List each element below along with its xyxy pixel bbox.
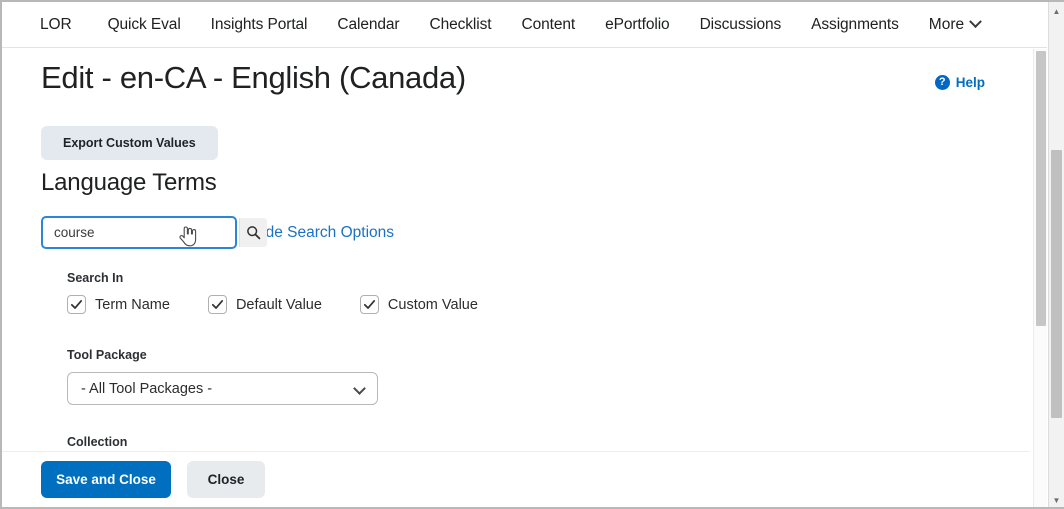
inner-scrollbar-thumb[interactable] [1036,51,1046,326]
nav-item-eportfolio[interactable]: ePortfolio [605,16,685,34]
scroll-up-arrow-icon[interactable]: ▲ [1049,4,1064,20]
outer-scrollbar-thumb[interactable] [1051,150,1062,418]
checkmark-icon [70,300,83,310]
footer-action-bar: Save and Close Close [2,451,1030,507]
help-label: Help [955,75,985,90]
page-title: Edit - en-CA - English (Canada) [41,60,466,95]
inner-scrollbar[interactable] [1033,49,1047,507]
nav-item-lor[interactable]: LOR [40,16,88,34]
search-submit-button[interactable] [239,218,267,248]
tool-package-select-wrap[interactable]: - All Tool Packages - [67,372,378,406]
browser-window: ▲ ▼ LOR Quick Eval Insights Portal Calen… [0,0,1064,509]
help-circle-icon: ? [934,75,950,90]
export-custom-values-button[interactable]: Export Custom Values [41,126,218,161]
checkbox-custom-value[interactable]: Custom Value [359,295,478,315]
search-box[interactable] [41,216,267,250]
checkbox-box[interactable] [67,295,86,315]
page-body: Edit - en-CA - English (Canada) ? Help E… [2,49,1033,507]
checkbox-term-name[interactable]: Term Name [67,295,170,315]
nav-more-label: More [928,15,965,33]
outer-scrollbar[interactable]: ▲ ▼ [1048,2,1064,507]
page-container: LOR Quick Eval Insights Portal Calendar … [2,2,1047,507]
search-row: Hide Search Options [41,216,1033,250]
tool-package-select[interactable]: - All Tool Packages - [67,372,378,406]
checkmark-icon [363,300,375,310]
nav-item-quick-eval[interactable]: Quick Eval [108,16,197,34]
nav-item-assignments[interactable]: Assignments [811,16,915,34]
nav-item-content[interactable]: Content [521,16,591,34]
main-navigation: LOR Quick Eval Insights Portal Calendar … [2,2,1047,48]
checkbox-box[interactable] [207,295,227,315]
collection-label: Collection [67,435,128,450]
scroll-down-arrow-icon[interactable]: ▼ [1049,493,1064,507]
content-scroll-area: Edit - en-CA - English (Canada) ? Help E… [2,49,1033,507]
checkbox-default-value[interactable]: Default Value [207,295,322,315]
help-link[interactable]: ? Help [934,75,985,90]
search-in-label: Search In [67,271,124,286]
content-region: Edit - en-CA - English (Canada) ? Help E… [2,49,1047,507]
checkmark-icon [211,300,223,310]
close-button[interactable]: Close [187,461,265,498]
tool-package-label: Tool Package [67,348,147,363]
nav-item-more[interactable]: More [928,15,982,34]
search-input[interactable] [43,218,239,248]
nav-item-discussions[interactable]: Discussions [700,16,798,34]
section-title-language-terms: Language Terms [41,169,217,197]
chevron-down-icon [969,15,982,29]
page-header-row: Edit - en-CA - English (Canada) ? Help [41,49,1033,96]
nav-item-checklist[interactable]: Checklist [430,16,508,34]
search-in-group: Search In Term Name Default Value Custom… [41,271,1033,315]
checkbox-label: Term Name [95,296,170,313]
hide-search-options-link[interactable]: Hide Search Options [251,224,394,242]
checkbox-label: Custom Value [387,296,478,313]
search-icon [247,226,261,240]
save-and-close-button[interactable]: Save and Close [41,461,171,498]
checkbox-label: Default Value [235,296,322,313]
search-in-options: Term Name Default Value Custom Value [67,295,1033,315]
nav-item-calendar[interactable]: Calendar [337,16,415,34]
tool-package-group: Tool Package - All Tool Packages - [41,348,1033,406]
checkbox-box[interactable] [359,295,379,315]
nav-item-insights-portal[interactable]: Insights Portal [211,16,324,34]
